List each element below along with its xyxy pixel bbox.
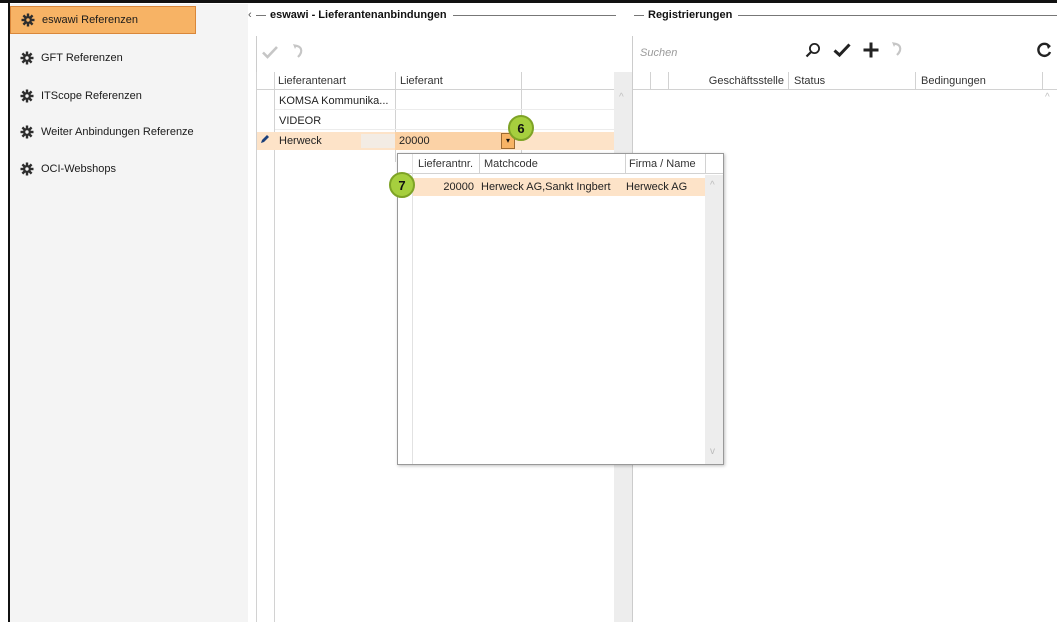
- sidebar-item-weitere-anbindungen[interactable]: Weiter Anbindungen Referenze: [10, 118, 196, 146]
- search-icon[interactable]: [805, 42, 821, 61]
- lieferant-dropdown-popup: Lieferantnr. Matchcode Firma / Name 2000…: [397, 153, 724, 465]
- left-group-title: eswawi - Lieferantenanbindungen: [270, 9, 447, 21]
- table-row-editing[interactable]: Herweck 20000 ▾: [257, 132, 614, 150]
- sidebar-item-label: eswawi Referenzen: [42, 14, 138, 26]
- column-header-lieferant[interactable]: Lieferant: [400, 72, 512, 90]
- column-header-firma-name[interactable]: Firma / Name: [629, 154, 705, 174]
- cell-matchcode: Herweck AG,Sankt Ingbert: [481, 181, 611, 193]
- top-border: [0, 0, 1057, 3]
- undo-icon[interactable]: [292, 44, 304, 63]
- table-row[interactable]: KOMSA Kommunika...: [275, 92, 614, 110]
- gear-icon: [21, 13, 35, 27]
- grid-rule: [256, 72, 257, 622]
- search-input[interactable]: Suchen: [640, 44, 800, 62]
- scroll-up-icon[interactable]: ^: [619, 92, 624, 103]
- gear-icon: [20, 125, 34, 139]
- column-header-matchcode[interactable]: Matchcode: [484, 154, 622, 174]
- confirm-icon[interactable]: [262, 45, 278, 62]
- cell-lieferantnr: 20000: [443, 181, 474, 193]
- callout-badge-7: 7: [389, 172, 415, 198]
- table-row[interactable]: VIDEOR: [275, 112, 614, 130]
- grid-rule: [915, 72, 916, 90]
- right-toolbar: [805, 42, 903, 61]
- refresh-icon[interactable]: [1035, 42, 1053, 61]
- scroll-up-icon[interactable]: ^: [1045, 92, 1050, 103]
- grid-rule: [650, 72, 651, 90]
- scroll-down-icon[interactable]: v: [710, 446, 715, 457]
- sidebar-item-itscope[interactable]: ITScope Referenzen: [10, 82, 196, 110]
- sidebar-item-label: GFT Referenzen: [41, 52, 123, 64]
- sidebar-item-gft[interactable]: GFT Referenzen: [10, 44, 196, 72]
- column-header-bedingungen[interactable]: Bedingungen: [921, 72, 1031, 90]
- grid-rule: [1042, 72, 1043, 90]
- left-group-header: eswawi - Lieferantenanbindungen: [256, 8, 622, 22]
- cell-firma-name: Herweck AG: [626, 181, 688, 193]
- grid-rule: [668, 72, 669, 90]
- gear-icon: [20, 89, 34, 103]
- column-header-lieferantenart[interactable]: Lieferantenart: [278, 72, 390, 90]
- sidebar-item-label: Weiter Anbindungen Referenze: [41, 126, 194, 138]
- grid-rule: [274, 72, 275, 622]
- popup-scrollbar[interactable]: [705, 175, 723, 464]
- confirm-icon[interactable]: [833, 42, 851, 61]
- lieferant-edit-field[interactable]: 20000: [395, 132, 501, 150]
- left-toolbar: [262, 44, 304, 63]
- gear-icon: [20, 162, 34, 176]
- sidebar-item-label: OCI-Webshops: [41, 163, 116, 175]
- undo-icon[interactable]: [891, 42, 903, 61]
- header-rule: [452, 14, 616, 16]
- grid-rule: [625, 154, 626, 174]
- sidebar-item-eswawi[interactable]: eswawi Referenzen: [10, 6, 196, 34]
- grid-rule: [705, 154, 706, 174]
- header-rule: [256, 14, 266, 16]
- grid-rule: [412, 154, 413, 464]
- column-header-lieferantnr[interactable]: Lieferantnr.: [418, 154, 478, 174]
- collapse-chevron-icon[interactable]: ‹: [248, 9, 252, 21]
- right-group-title: Registrierungen: [648, 9, 733, 21]
- cell-lieferantenart: KOMSA Kommunika...: [279, 94, 389, 107]
- grid-rule: [788, 72, 789, 90]
- cell-lieferantenart: VIDEOR: [279, 114, 322, 127]
- callout-badge-6: 6: [508, 115, 534, 141]
- table-row[interactable]: 20000 Herweck AG,Sankt Ingbert Herweck A…: [413, 178, 705, 196]
- cell-lieferantenart: Herweck: [279, 135, 322, 147]
- header-rule: [634, 14, 644, 16]
- scroll-up-icon[interactable]: ^: [710, 180, 715, 191]
- sidebar-item-label: ITScope Referenzen: [41, 90, 142, 102]
- column-header-geschaeftsstelle[interactable]: Geschäftsstelle: [674, 72, 784, 90]
- grid-rule: [479, 154, 480, 174]
- redacted-block: [361, 134, 395, 148]
- header-rule: [738, 14, 1057, 16]
- column-header-status[interactable]: Status: [794, 72, 904, 90]
- add-icon[interactable]: [863, 42, 879, 61]
- gear-icon: [20, 51, 34, 65]
- sidebar-item-oci-webshops[interactable]: OCI-Webshops: [10, 155, 196, 183]
- right-group-header: Registrierungen: [634, 8, 1057, 22]
- edit-pencil-icon: [257, 132, 275, 150]
